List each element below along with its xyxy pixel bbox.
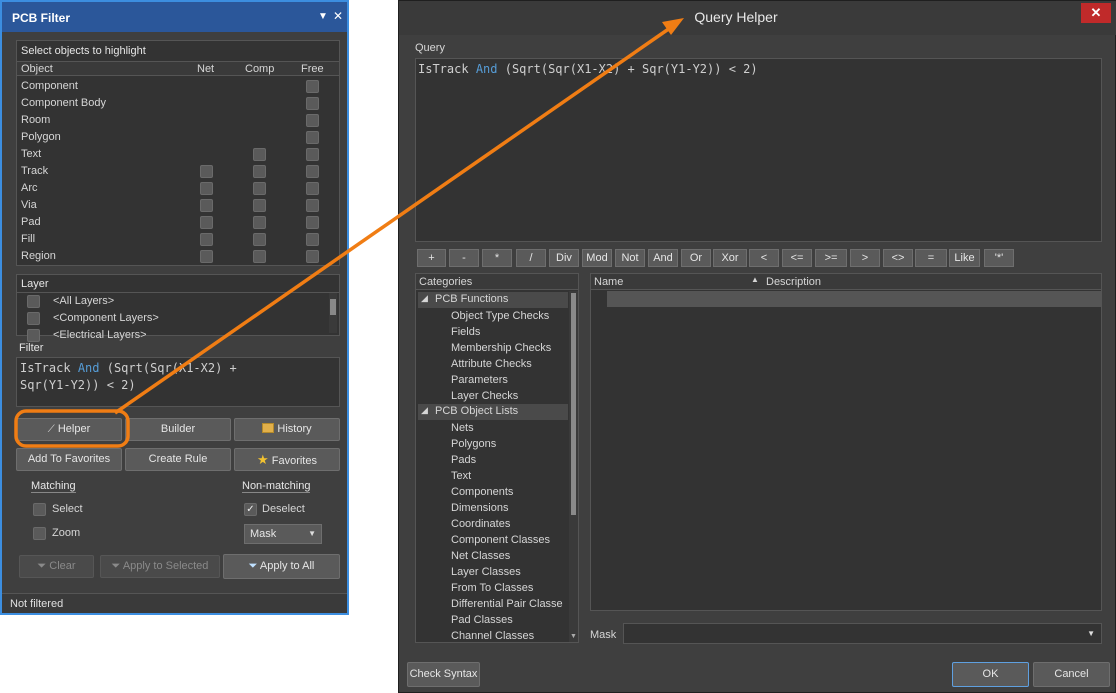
annotation-overlay	[14, 18, 684, 448]
annotation-arrow-line	[114, 26, 671, 415]
helper-highlight-outline	[14, 409, 130, 448]
